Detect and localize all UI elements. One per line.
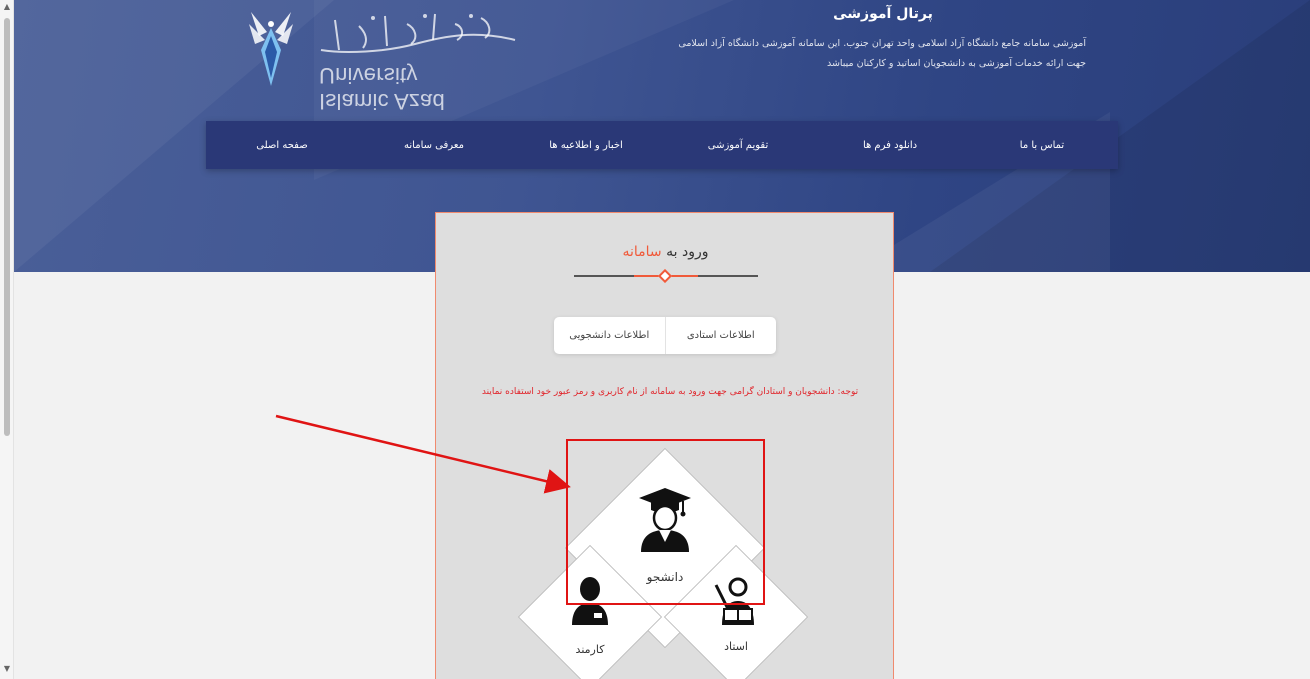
nav-item-about[interactable]: معرفی سامانه [358, 121, 510, 169]
login-notice: توجه: دانشجویان و استادان گرامی جهت ورود… [481, 387, 859, 397]
nav-item-contact[interactable]: تماس با ما [966, 121, 1118, 169]
persian-calligraphy-logo-icon [320, 13, 516, 53]
role-teacher-label: استاد [724, 640, 748, 653]
role-teacher-button[interactable]: استاد [664, 545, 808, 679]
scroll-up-arrow-icon[interactable]: ▲ [2, 2, 12, 12]
divider-line [574, 275, 634, 277]
tab-label: اطلاعات دانشجویی [569, 330, 650, 341]
scrollbar-thumb[interactable] [4, 18, 10, 436]
nav-item-label: تقویم آموزشی [707, 139, 769, 151]
nav-item-label: معرفی سامانه [404, 139, 464, 151]
teacher-icon [714, 577, 754, 625]
nav-item-calendar[interactable]: تقویم آموزشی [662, 121, 814, 169]
login-title: ورود به سامانه [436, 244, 895, 260]
vertical-scrollbar[interactable]: ▲ ▼ [0, 0, 14, 679]
divider-diamond-icon [657, 268, 673, 284]
nav-item-home[interactable]: صفحه اصلی [206, 121, 358, 169]
page-viewport: ▲ ▼ Islamic Azad University پرتال آموزشی [0, 0, 1310, 679]
logo-english-text: Islamic Azad University [319, 63, 445, 114]
site-description: آموزشی سامانه جامع دانشگاه آزاد اسلامی و… [678, 38, 1086, 69]
graduate-icon [639, 488, 691, 552]
tab-student-info[interactable]: اطلاعات دانشجویی [554, 317, 666, 354]
nav-item-label: دانلود فرم ها [862, 139, 918, 151]
nav-item-news[interactable]: اخبار و اطلاعیه ها [510, 121, 662, 169]
main-navigation: تماس با ما دانلود فرم ها تقویم آموزشی اخ… [206, 121, 1118, 169]
nav-item-downloads[interactable]: دانلود فرم ها [814, 121, 966, 169]
tab-label: اطلاعات استادی [686, 330, 755, 341]
divider-line [698, 275, 758, 277]
tab-teacher-info[interactable]: اطلاعات استادی [666, 317, 777, 354]
nav-item-label: تماس با ما [1019, 139, 1065, 151]
role-staff-label: کارمند [575, 643, 605, 656]
scroll-down-arrow-icon[interactable]: ▼ [2, 664, 12, 674]
nav-item-label: اخبار و اطلاعیه ها [549, 139, 623, 151]
login-type-tabs: اطلاعات استادی اطلاعات دانشجویی [554, 317, 776, 354]
university-logo[interactable]: Islamic Azad University [237, 4, 537, 114]
login-title-accent: سامانه [622, 244, 662, 260]
site-title: پرتال آموزشی [833, 6, 933, 22]
university-emblem-icon [249, 12, 293, 86]
login-title-main: ورود به [666, 244, 709, 260]
nav-item-label: صفحه اصلی [256, 139, 308, 151]
role-staff-button[interactable]: کارمند [518, 545, 662, 679]
employee-icon [572, 577, 608, 625]
title-divider [574, 268, 758, 284]
